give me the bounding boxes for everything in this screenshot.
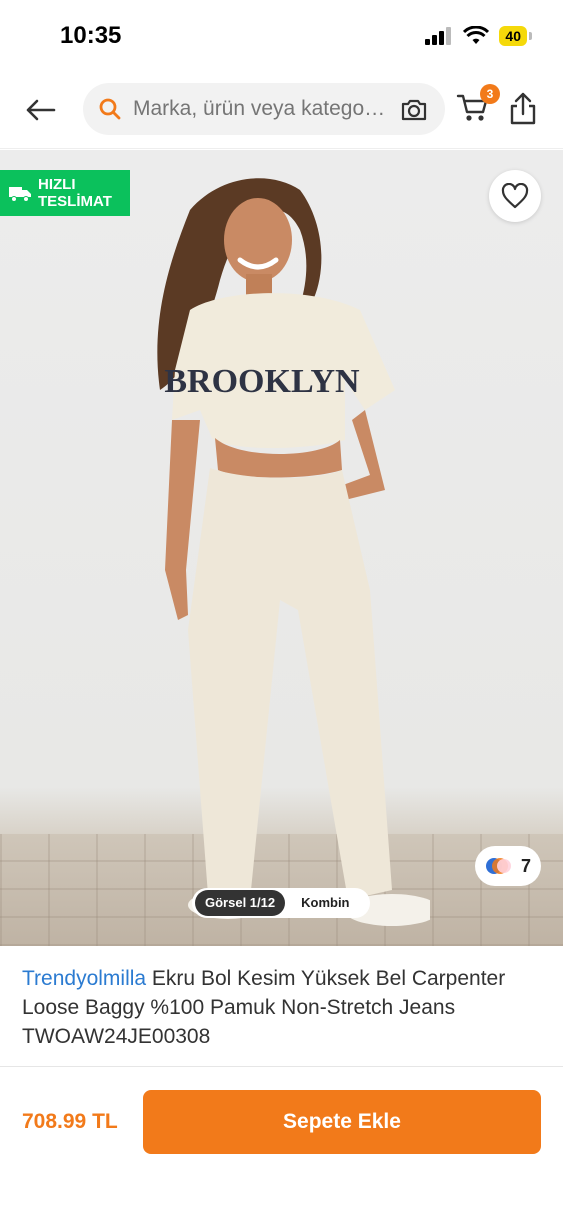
product-price: 708.99 TL <box>22 1110 118 1133</box>
divider <box>0 1066 563 1067</box>
tab-combine[interactable]: Kombin <box>291 890 359 916</box>
cart-button[interactable]: 3 <box>456 84 500 130</box>
heart-icon <box>501 183 529 209</box>
camera-search-icon[interactable] <box>399 95 429 123</box>
similar-products-button[interactable]: 7 <box>475 846 541 886</box>
wifi-icon <box>463 26 490 44</box>
top-bar: 3 <box>0 76 563 149</box>
battery-indicator: 40 <box>499 26 532 46</box>
arrow-left-icon <box>26 99 56 121</box>
search-icon <box>97 96 123 122</box>
similar-count: 7 <box>520 855 531 876</box>
search-bar[interactable] <box>83 83 445 135</box>
share-icon <box>510 92 536 125</box>
status-time: 10:35 <box>60 22 122 49</box>
product-title: Trendyolmilla Ekru Bol Kesim Yüksek Bel … <box>22 964 547 1051</box>
color-circles-icon <box>485 858 511 874</box>
product-photo-model: BROOKLYN <box>157 178 430 926</box>
add-to-cart-button[interactable]: Sepete Ekle <box>143 1090 541 1154</box>
product-image-gallery[interactable]: BROOKLYN HIZLI TESLİMAT 7 Görsel 1/12 Ko… <box>0 150 563 946</box>
fast-delivery-badge: HIZLI TESLİMAT <box>0 170 130 216</box>
gallery-tab-switch: Görsel 1/12 Kombin <box>192 888 370 918</box>
search-input[interactable] <box>131 96 397 122</box>
status-bar: 10:35 40 <box>0 0 563 76</box>
share-button[interactable] <box>508 90 540 130</box>
fast-delivery-line2: TESLİMAT <box>38 193 112 210</box>
truck-icon <box>9 187 31 202</box>
status-icons: 40 <box>425 26 532 46</box>
brand-link[interactable]: Trendyolmilla <box>22 967 146 990</box>
shirt-print-text: BROOKLYN <box>164 363 360 400</box>
cart-count-badge: 3 <box>480 84 500 104</box>
favorite-button[interactable] <box>489 170 541 222</box>
tab-images[interactable]: Görsel 1/12 <box>195 890 286 916</box>
back-button[interactable] <box>20 92 60 128</box>
fast-delivery-line1: HIZLI <box>38 176 76 193</box>
signal-icon <box>425 27 452 45</box>
